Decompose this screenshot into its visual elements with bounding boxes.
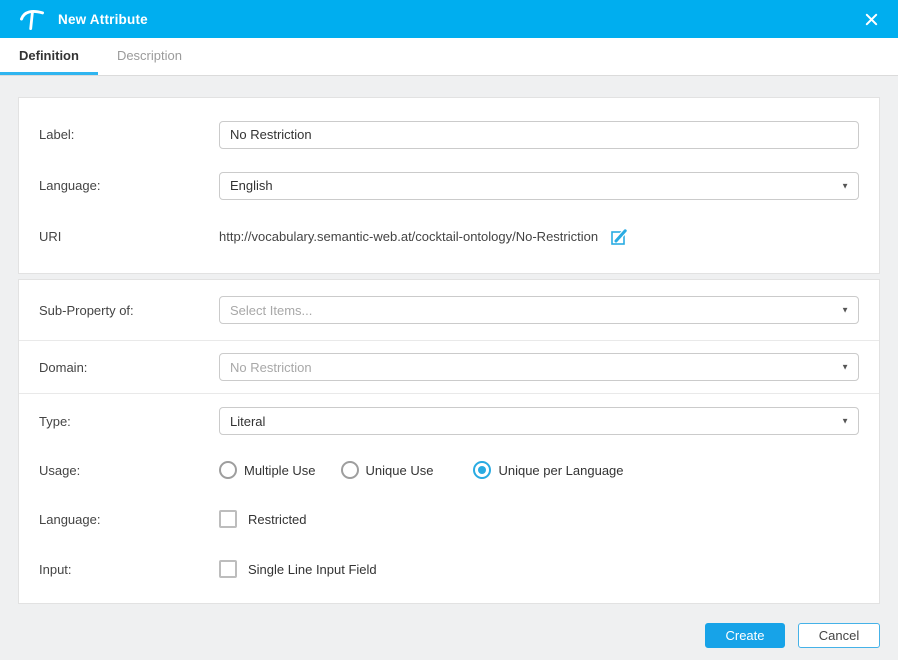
radio-unique-use[interactable]: Unique Use bbox=[341, 461, 434, 479]
language-select-value: English bbox=[230, 178, 273, 193]
edit-uri-icon[interactable] bbox=[610, 228, 628, 246]
radio-unique-use-label: Unique Use bbox=[366, 463, 434, 478]
create-button[interactable]: Create bbox=[705, 623, 785, 648]
cancel-button[interactable]: Cancel bbox=[798, 623, 880, 648]
uri-value: http://vocabulary.semantic-web.at/cockta… bbox=[219, 229, 598, 244]
tab-definition-label: Definition bbox=[19, 48, 79, 63]
cancel-button-label: Cancel bbox=[819, 628, 859, 643]
single-line-checkbox[interactable] bbox=[219, 560, 237, 578]
label-input[interactable] bbox=[219, 121, 859, 149]
domain-row: Domain: No Restriction ▼ bbox=[19, 341, 879, 394]
poolparty-logo-icon bbox=[18, 5, 46, 33]
restricted-checkbox-label: Restricted bbox=[248, 512, 307, 527]
usage-field-label: Usage: bbox=[39, 463, 219, 478]
tab-description-label: Description bbox=[117, 48, 182, 63]
input-field-label: Input: bbox=[39, 562, 219, 577]
single-line-checkbox-label: Single Line Input Field bbox=[248, 562, 377, 577]
dialog-title: New Attribute bbox=[58, 12, 148, 27]
type-row: Type: Literal ▼ bbox=[19, 394, 879, 435]
radio-icon bbox=[219, 461, 237, 479]
uri-field-label: URI bbox=[39, 229, 219, 244]
type-field-label: Type: bbox=[39, 414, 219, 429]
language-field-label: Language: bbox=[39, 178, 219, 193]
label-row: Label: bbox=[19, 109, 879, 160]
subproperty-placeholder: Select Items... bbox=[230, 303, 312, 318]
language-restricted-row: Language: Restricted bbox=[19, 479, 879, 528]
form-area: Label: Language: English ▼ URI http://vo… bbox=[0, 76, 898, 604]
language-select[interactable]: English bbox=[219, 172, 859, 200]
radio-icon bbox=[341, 461, 359, 479]
input-row: Input: Single Line Input Field bbox=[19, 528, 879, 603]
radio-unique-per-language-label: Unique per Language bbox=[498, 463, 623, 478]
domain-field-label: Domain: bbox=[39, 360, 219, 375]
subproperty-row: Sub-Property of: Select Items... ▼ bbox=[19, 280, 879, 341]
type-select-value: Literal bbox=[230, 414, 265, 429]
identity-section: Label: Language: English ▼ URI http://vo… bbox=[18, 97, 880, 274]
radio-multiple-use[interactable]: Multiple Use bbox=[219, 461, 316, 479]
radio-multiple-use-label: Multiple Use bbox=[244, 463, 316, 478]
domain-select[interactable]: No Restriction bbox=[219, 353, 859, 381]
domain-placeholder: No Restriction bbox=[230, 360, 312, 375]
create-button-label: Create bbox=[725, 628, 764, 643]
restricted-checkbox[interactable] bbox=[219, 510, 237, 528]
usage-row: Usage: Multiple Use Unique Use Unique pe… bbox=[19, 435, 879, 479]
dialog-footer: Create Cancel bbox=[0, 604, 898, 648]
definition-section: Sub-Property of: Select Items... ▼ Domai… bbox=[18, 279, 880, 604]
subproperty-field-label: Sub-Property of: bbox=[39, 303, 219, 318]
label-field-label: Label: bbox=[39, 127, 219, 142]
radio-unique-per-language[interactable]: Unique per Language bbox=[473, 461, 623, 479]
dialog-titlebar: New Attribute bbox=[0, 0, 898, 38]
close-icon[interactable] bbox=[860, 8, 882, 30]
language-row: Language: English ▼ bbox=[19, 160, 879, 211]
tab-description[interactable]: Description bbox=[98, 38, 201, 75]
type-select[interactable]: Literal bbox=[219, 407, 859, 435]
tab-bar: Definition Description bbox=[0, 38, 898, 76]
uri-row: URI http://vocabulary.semantic-web.at/co… bbox=[19, 211, 879, 262]
tab-definition[interactable]: Definition bbox=[0, 38, 98, 75]
radio-checked-icon bbox=[473, 461, 491, 479]
subproperty-select[interactable]: Select Items... bbox=[219, 296, 859, 324]
new-attribute-dialog: New Attribute Definition Description Lab… bbox=[0, 0, 898, 660]
language-restricted-field-label: Language: bbox=[39, 512, 219, 527]
